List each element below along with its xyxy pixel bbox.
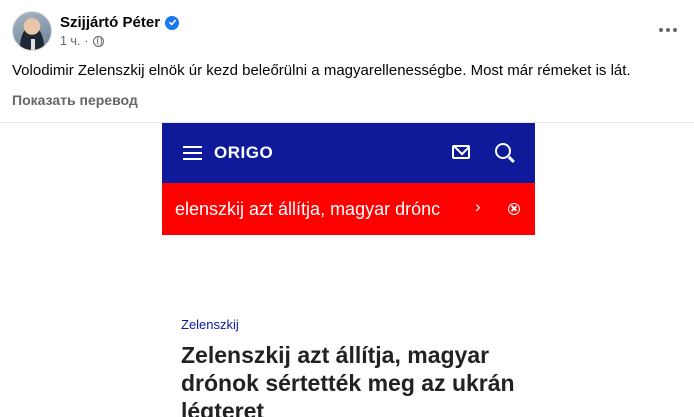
author-row: Szijjártó Péter: [60, 14, 180, 31]
origo-navbar: ORIGO: [162, 123, 535, 183]
more-icon: [659, 28, 663, 32]
chevron-right-icon: ›: [475, 197, 481, 216]
translate-link[interactable]: Показать перевод: [12, 92, 138, 108]
site-logo: ORIGO: [214, 143, 274, 162]
author-name[interactable]: Szijjártó Péter: [60, 14, 160, 31]
search-icon: [495, 143, 511, 159]
breaking-news-ticker: elenszkij azt állítja, magyar drónc ›: [162, 183, 535, 235]
post-text: Volodimir Zelenszkij elnök úr kezd beleő…: [12, 62, 631, 79]
post-header: Szijjártó Péter 1 ч. ·: [12, 10, 682, 54]
globe-icon: [92, 35, 104, 47]
avatar[interactable]: [12, 11, 52, 51]
verified-icon: [165, 15, 180, 30]
post-timestamp[interactable]: 1 ч.: [60, 34, 80, 48]
more-options-button[interactable]: [654, 18, 682, 42]
close-icon: [508, 203, 520, 215]
hamburger-icon: [183, 146, 202, 160]
article-title: Zelenszkij azt állítja, magyar drónok sé…: [181, 342, 515, 417]
article-category: Zelenszkij: [181, 317, 239, 332]
ticker-text: elenszkij azt állítja, magyar drónc: [175, 199, 441, 219]
meta-separator: ·: [84, 34, 89, 48]
post-meta: 1 ч. ·: [60, 34, 104, 48]
mail-icon: [452, 145, 470, 159]
shared-article-preview[interactable]: ORIGO elenszkij azt állítja, magyar drón…: [0, 123, 694, 417]
